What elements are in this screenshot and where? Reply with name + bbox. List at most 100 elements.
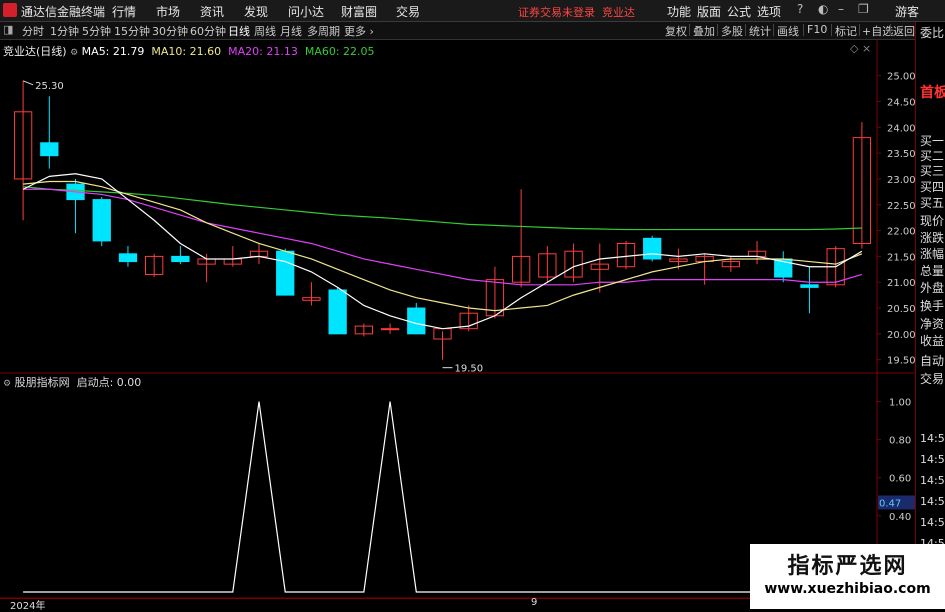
trade-time: 14:56 [920, 495, 945, 508]
quote-row: 自动 [920, 354, 945, 368]
period-30min[interactable]: 30分钟 [152, 23, 188, 39]
period-fenshi[interactable]: 分时 [22, 23, 44, 39]
menu-caifuquan[interactable]: 财富圈 [341, 3, 377, 20]
menu-xuanxiang[interactable]: 选项 [757, 3, 781, 20]
quote-row: 涨跌 [920, 231, 945, 245]
menu-gongshi[interactable]: 公式 [727, 3, 751, 20]
indicator-y-tick-label: 1.00 [889, 398, 911, 409]
title-menu-bar: 通达信金融终端 行情 市场 资讯 发现 问小达 财富圈 交易 证券交易未登录 竞… [0, 0, 945, 22]
indicator-y-tick-label: 0.40 [889, 512, 911, 523]
menu-hangqing[interactable]: 行情 [112, 3, 136, 20]
toolbar-collapse-icon[interactable]: ◨ [3, 23, 13, 36]
y-tick-label: 20.50 [887, 304, 915, 315]
menu-wenxiaoda[interactable]: 问小达 [288, 3, 324, 20]
toolbar-divider [859, 24, 860, 36]
quote-row: 交易 [920, 372, 945, 386]
candle-body [171, 255, 190, 263]
app-title: 通达信金融终端 [21, 5, 106, 19]
period-monthly[interactable]: 月线 [280, 23, 302, 39]
kline-chart[interactable]: 25.00 24.50 24.00 23.50 23.00 22.50 22.00 21.50… [0, 40, 915, 600]
quote-row: 买三 [920, 164, 945, 178]
skin-icon[interactable]: ◐ [818, 2, 828, 16]
period-daily[interactable]: 日线 [228, 23, 250, 39]
candle-body [118, 253, 138, 263]
high-price-label: 25.30 [35, 81, 64, 92]
login-warning[interactable]: 证券交易未登录 竞业达 [518, 4, 635, 20]
help-icon[interactable]: ? [797, 2, 803, 16]
btn-fuquan[interactable]: 复权 [665, 23, 687, 39]
candle-body [276, 250, 295, 296]
btn-diejia[interactable]: 叠加 [693, 23, 715, 39]
period-5min[interactable]: 5分钟 [82, 23, 111, 39]
indicator-y-tick-label: 0.80 [889, 436, 911, 447]
quote-row: 外盘 [920, 281, 945, 295]
candle-body [380, 328, 400, 331]
menu-jiaoyi[interactable]: 交易 [396, 3, 420, 20]
toolbar-divider [773, 24, 774, 36]
y-tick-label: 23.50 [887, 149, 915, 160]
period-more[interactable]: 更多 › [344, 23, 374, 39]
trade-time: 14:56 [920, 516, 945, 529]
indicator-y-tick-label: 0.60 [889, 474, 911, 485]
minimize-icon[interactable]: – [838, 2, 844, 16]
time-mid-label: 9 [531, 597, 538, 608]
candle-body [643, 237, 662, 260]
quote-row: 净资 [920, 317, 945, 331]
candle-body [407, 307, 426, 335]
quote-row: 收益 [920, 334, 945, 348]
time-start-label: 2024年 [10, 601, 46, 612]
menu-banmian[interactable]: 版面 [697, 3, 721, 20]
period-15min[interactable]: 15分钟 [114, 23, 150, 39]
btn-biaoji[interactable]: 标记 [835, 23, 857, 39]
btn-duogu[interactable]: 多股 [721, 23, 743, 39]
btn-f10[interactable]: F10 [807, 23, 827, 36]
quote-row: 换手 [920, 299, 945, 313]
watermark-url: www.xuezhibiao.com [764, 581, 931, 597]
ma20-line [23, 188, 863, 286]
trade-time: 14:56 [920, 474, 945, 487]
toolbar-divider [803, 24, 804, 36]
btn-huaxian[interactable]: 画线 [777, 23, 799, 39]
period-weekly[interactable]: 周线 [254, 23, 276, 39]
y-tick-label: 23.00 [887, 175, 915, 186]
quote-row: 现价 [920, 214, 945, 228]
trade-time: 14:56 [920, 453, 945, 466]
quote-panel: 委比首板买一买二买三买四买五现价涨跌涨幅总量外盘换手净资收益自动交易14:551… [915, 22, 945, 609]
quote-row: 涨幅 [920, 247, 945, 261]
ma10-line [23, 180, 863, 312]
btn-back[interactable]: 返回 [893, 23, 915, 39]
chart-area[interactable]: 竞业达(日线) ⚙ MA5: 21.79 MA10: 21.60 MA20: 2… [0, 40, 915, 600]
y-tick-label: 24.50 [887, 97, 915, 108]
trade-time: 14:55 [920, 432, 945, 445]
low-price-label: 19.50 [455, 364, 484, 375]
ma60-line [23, 186, 862, 231]
y-tick-label: 22.00 [887, 227, 915, 238]
candle-body [800, 284, 819, 288]
user-label[interactable]: 游客 [895, 3, 919, 20]
period-60min[interactable]: 60分钟 [190, 23, 226, 39]
restore-icon[interactable]: ❐ [858, 2, 869, 16]
indicator-line [23, 401, 862, 593]
y-tick-label: 24.00 [887, 123, 915, 134]
menu-shichang[interactable]: 市场 [156, 3, 180, 20]
indicator-value-label: 0.47 [879, 498, 901, 509]
period-toolbar: ◨ 分时 1分钟 5分钟 15分钟 30分钟 60分钟 日线 周线 月线 多周期… [0, 22, 915, 40]
watermark-banner: 指标严选网 www.xuezhibiao.com [750, 544, 945, 609]
high-marker-line [22, 80, 34, 86]
btn-tongji[interactable]: 统计 [749, 23, 771, 39]
y-tick-label: 21.50 [887, 252, 915, 263]
menu-faxian[interactable]: 发现 [244, 3, 268, 20]
quote-row: 委比 [920, 26, 945, 40]
candle-body [328, 289, 347, 335]
ma5-line [22, 173, 863, 330]
menu-gongneng[interactable]: 功能 [667, 3, 691, 20]
period-1min[interactable]: 1分钟 [50, 23, 79, 39]
period-multi[interactable]: 多周期 [307, 23, 340, 39]
y-tick-label: 20.00 [887, 330, 915, 341]
quote-row: 买四 [920, 180, 945, 194]
y-tick-label: 22.50 [887, 201, 915, 212]
y-tick-label: 21.00 [887, 278, 915, 289]
menu-zixun[interactable]: 资讯 [200, 3, 224, 20]
quote-row: 买五 [920, 196, 945, 210]
btn-add-favorite[interactable]: +自选 [862, 23, 893, 39]
